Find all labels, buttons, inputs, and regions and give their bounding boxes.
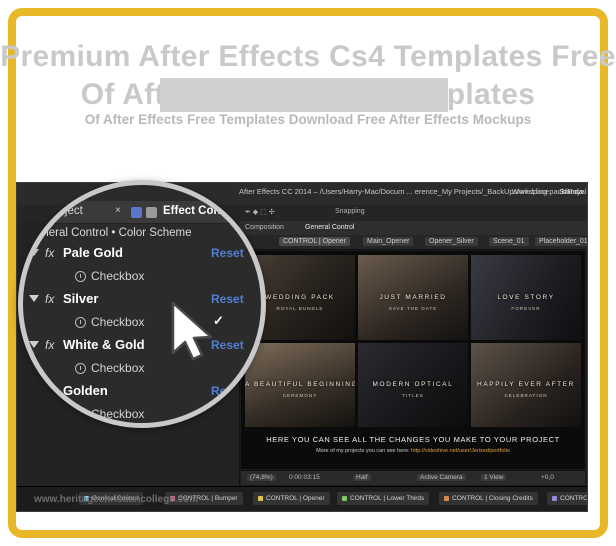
timeline-tab-control-lower-thirds[interactable]: CONTROL | Lower Thirds xyxy=(337,492,430,505)
tab-opener-silver[interactable]: Opener_Silver xyxy=(425,237,478,246)
checkbox-label: Checkbox xyxy=(91,407,145,421)
portfolio-link[interactable]: http://videohive.net/user/Jerixed/portfo… xyxy=(411,448,510,454)
checkbox-label: Checkbox xyxy=(91,315,145,329)
tab-color-swatch xyxy=(552,495,557,501)
chevron-down-icon[interactable] xyxy=(29,295,39,302)
effect-list: fx Pale Gold Reset Checkbox fx Silver Re… xyxy=(23,243,261,423)
effect-controls-panel: Project × Effect Controls Comp General C… xyxy=(23,185,261,423)
reset-link[interactable]: Reset xyxy=(211,246,244,260)
zoom-level[interactable]: (74,8%) xyxy=(247,474,276,481)
thumb-caption: LOVE STORY xyxy=(497,293,555,301)
preview-control-bar[interactable]: (74,8%) 0:00:03:15 Half Active Camera 1 … xyxy=(241,470,585,485)
fx-icon: fx xyxy=(45,384,55,398)
snapping-toggle[interactable]: Snapping xyxy=(335,208,365,215)
tab-scene-01[interactable]: Scene_01 xyxy=(489,237,529,246)
panel-icon-grey[interactable] xyxy=(146,207,157,218)
checkbox-label: Checkbox xyxy=(91,361,145,375)
tab-main-opener[interactable]: Main_Opener xyxy=(363,237,414,246)
tab-color-swatch xyxy=(258,495,263,501)
timeline-tab-control-slideshow[interactable]: CONTROL | Slideshow xyxy=(547,492,588,505)
page-root: Premium After Effects Cs4 Templates Free… xyxy=(0,0,616,546)
timeline-tab-label: CONTROL | Lower Thirds xyxy=(350,495,425,502)
thumb-subcaption: CELEBRATION xyxy=(504,393,548,399)
timeline-tab-control-opener[interactable]: CONTROL | Opener xyxy=(253,492,330,505)
effect-row-pale-gold[interactable]: fx Pale Gold Reset xyxy=(23,243,261,266)
headline-line1: Premium After Effects Cs4 Templates Free xyxy=(0,40,616,73)
thumb-subcaption: TITLES xyxy=(402,393,424,399)
checkbox-row-golden[interactable]: Checkbox xyxy=(23,404,261,423)
thumb-caption: HAPPILY EVER AFTER xyxy=(477,381,575,389)
preview-thumb: LOVE STORY FOREVER xyxy=(471,255,581,340)
fx-icon: fx xyxy=(45,292,55,306)
magnifier-circle: Project × Effect Controls Comp General C… xyxy=(18,180,266,428)
preview-thumb: JUST MARRIED SAVE THE DATE xyxy=(358,255,468,340)
effect-row-golden[interactable]: fx Golden Reset xyxy=(23,381,261,404)
preview-thumb: HAPPILY EVER AFTER CELEBRATION xyxy=(471,342,581,427)
promo-subline-text: More of my projects you can see here: xyxy=(316,448,412,454)
effect-name: Pale Gold xyxy=(63,245,123,260)
composition-preview[interactable]: WEDDING PACK ROYAL BUNDLE JUST MARRIED S… xyxy=(241,251,585,469)
fx-icon: fx xyxy=(45,338,55,352)
tab-color-swatch xyxy=(444,495,449,501)
thumb-subcaption: SAVE THE DATE xyxy=(388,305,438,311)
timeline-tab-control-closing-credits[interactable]: CONTROL | Closing Credits xyxy=(439,492,538,505)
camera-selector[interactable]: Active Camera xyxy=(417,474,466,481)
thumb-caption: MODERN OPTICAL xyxy=(372,381,454,389)
stopwatch-icon[interactable] xyxy=(75,409,86,420)
view-count-selector[interactable]: 1 View xyxy=(481,474,507,481)
stopwatch-icon[interactable] xyxy=(75,317,86,328)
chevron-down-icon[interactable] xyxy=(29,249,39,256)
checkbox-label: Checkbox xyxy=(91,269,145,283)
panel-icon-blue[interactable] xyxy=(131,207,142,218)
checkbox-row-silver[interactable]: Checkbox ✓ xyxy=(23,312,261,335)
panel-tab-bar[interactable]: Project × Effect Controls Comp xyxy=(23,201,261,224)
effect-name: White & Gold xyxy=(63,337,145,352)
promo-subline: More of my projects you can see here: ht… xyxy=(245,448,581,454)
headline-overlay-block xyxy=(160,78,448,112)
effect-row-white-and-gold[interactable]: fx White & Gold Reset xyxy=(23,335,261,358)
tab-control-opener[interactable]: CONTROL | Opener xyxy=(279,237,351,246)
effect-row-silver[interactable]: fx Silver Reset xyxy=(23,289,261,312)
stopwatch-icon[interactable] xyxy=(75,363,86,374)
workspace-value: Standa xyxy=(559,187,583,196)
thumb-subcaption: FOREVER xyxy=(511,305,541,311)
exposure-value[interactable]: +0,0 xyxy=(541,474,554,481)
chevron-down-icon[interactable] xyxy=(29,387,39,394)
mouse-cursor-icon xyxy=(171,301,213,361)
current-time[interactable]: 0:00:03:15 xyxy=(289,474,320,481)
preview-thumb: MODERN OPTICAL TITLES xyxy=(358,342,468,427)
thumb-caption: JUST MARRIED xyxy=(379,293,447,301)
resolution-selector[interactable]: Half xyxy=(353,474,371,481)
composition-name: General Control xyxy=(305,224,355,231)
breadcrumb: General Control • Color Scheme xyxy=(27,227,192,239)
close-icon[interactable]: × xyxy=(115,205,121,216)
preview-promo-text: HERE YOU CAN SEE ALL THE CHANGES YOU MAK… xyxy=(245,431,581,467)
effect-name: Golden xyxy=(63,383,108,398)
comp-tab-strip[interactable]: CONTROL | Opener Main_Opener Opener_Silv… xyxy=(239,235,587,250)
timeline-tab-label: CONTROL | Opener xyxy=(266,495,325,502)
page-subtitle: Of After Effects Free Templates Download… xyxy=(84,112,532,127)
workspace-selector[interactable]: Workspace: Standa xyxy=(512,187,583,196)
effect-name: Silver xyxy=(63,291,99,306)
checkbox-row-pale-gold[interactable]: Checkbox xyxy=(23,266,261,289)
tab-project[interactable]: Project xyxy=(47,205,83,217)
fx-icon: fx xyxy=(45,246,55,260)
magnifier-overlay: Project × Effect Controls Comp General C… xyxy=(18,180,266,428)
timeline-tab-label: CONTROL | Closing Credits xyxy=(452,495,533,502)
timeline-tab-label: CONTROL | Slideshow xyxy=(560,495,588,502)
tab-effect-controls[interactable]: Effect Controls xyxy=(163,205,245,217)
stopwatch-icon[interactable] xyxy=(75,271,86,282)
tab-comp[interactable]: Comp xyxy=(245,205,261,217)
tab-color-swatch xyxy=(342,495,347,501)
checkbox-row-white-and-gold[interactable]: Checkbox xyxy=(23,358,261,381)
preview-thumbnail-grid: WEDDING PACK ROYAL BUNDLE JUST MARRIED S… xyxy=(245,255,581,427)
promo-headline: HERE YOU CAN SEE ALL THE CHANGES YOU MAK… xyxy=(266,435,560,444)
workspace-label: Workspace: xyxy=(511,187,552,196)
reset-link[interactable]: Reset xyxy=(211,384,244,398)
site-watermark: www.heritagechristiancollege.com xyxy=(34,494,199,505)
chevron-down-icon[interactable] xyxy=(29,341,39,348)
composition-header: Composition General Control xyxy=(239,221,587,236)
tab-placeholder-01[interactable]: Placeholder_01 xyxy=(535,237,587,246)
